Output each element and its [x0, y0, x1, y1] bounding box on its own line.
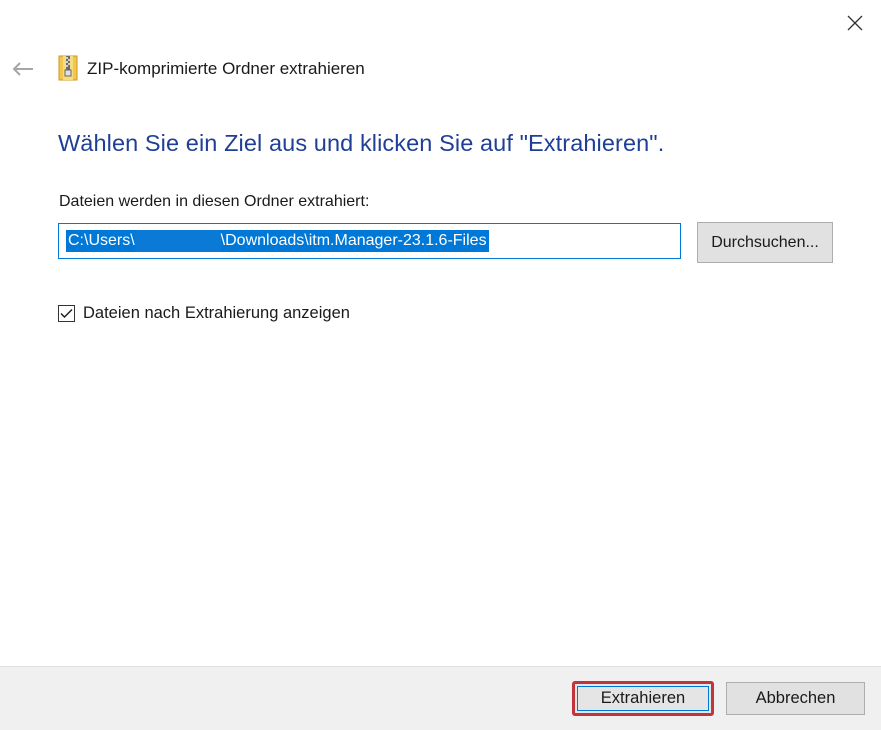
show-files-checkbox[interactable] — [58, 305, 75, 322]
back-arrow-icon — [12, 62, 33, 76]
extract-dialog: ZIP-komprimierte Ordner extrahieren Wähl… — [0, 0, 881, 730]
show-files-option[interactable]: Dateien nach Extrahierung anzeigen — [58, 304, 350, 323]
extract-button[interactable]: Extrahieren — [572, 681, 714, 716]
instruction-heading: Wählen Sie ein Ziel aus und klicken Sie … — [58, 130, 665, 156]
dialog-title: ZIP-komprimierte Ordner extrahieren — [87, 59, 365, 78]
extract-button-label: Extrahieren — [600, 689, 686, 707]
back-button[interactable] — [8, 54, 38, 84]
browse-button[interactable]: Durchsuchen... — [697, 222, 833, 263]
zip-folder-icon — [58, 55, 78, 81]
show-files-label: Dateien nach Extrahierung anzeigen — [83, 304, 350, 322]
path-suffix: \Downloads\itm.Manager-23.1.6-Files — [220, 232, 487, 249]
selected-path-text: C:\Users\ \Downloads\itm.Manager-23.1.6-F… — [66, 230, 489, 252]
destination-path-input[interactable]: C:\Users\ \Downloads\itm.Manager-23.1.6-F… — [58, 223, 681, 259]
close-button[interactable] — [836, 4, 874, 42]
cancel-button[interactable]: Abbrechen — [726, 682, 865, 715]
path-prefix: C:\Users\ — [68, 232, 135, 249]
close-icon — [847, 15, 863, 31]
checkmark-icon — [60, 309, 73, 318]
destination-label: Dateien werden in diesen Ordner extrahie… — [59, 193, 370, 210]
redacted-username — [134, 230, 221, 252]
